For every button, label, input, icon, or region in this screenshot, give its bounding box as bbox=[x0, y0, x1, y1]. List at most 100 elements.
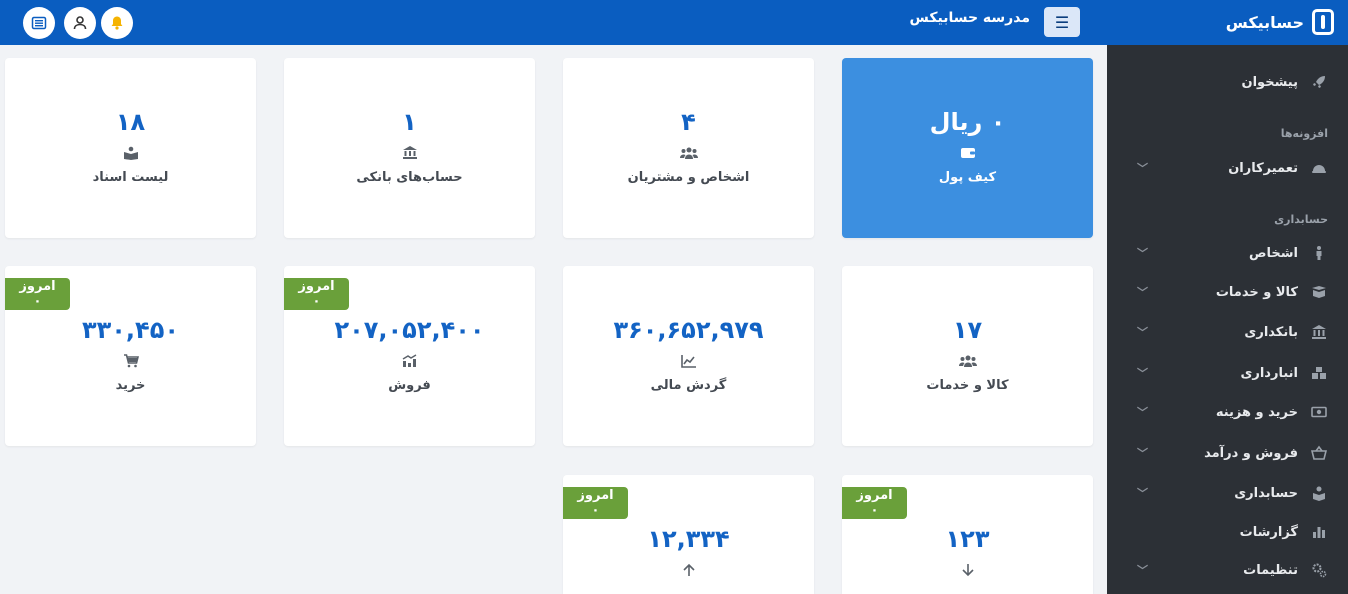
card-label: گردش مالی bbox=[650, 378, 727, 393]
sidebar-label: پیشخوان bbox=[1241, 74, 1299, 90]
documents-card[interactable]: ۱۸ لیست اسناد bbox=[5, 58, 256, 238]
helmet-icon bbox=[1310, 159, 1328, 177]
sidebar-label: اشخاص bbox=[1249, 245, 1298, 261]
goods-services-card[interactable]: ۱۷ کالا و خدمات bbox=[842, 266, 1093, 446]
today-badge: امروز ۰ bbox=[563, 487, 628, 519]
card-value: ۱۸ bbox=[115, 108, 146, 136]
chart-icon bbox=[1310, 523, 1328, 541]
sidebar-label: کالا و خدمات bbox=[1215, 284, 1298, 300]
menu-toggle-button[interactable]: ☰ bbox=[1044, 7, 1080, 37]
turnover-card[interactable]: ۳۶۰,۶۵۲,۹۷۹ گردش مالی bbox=[563, 266, 814, 446]
bank-icon bbox=[284, 146, 535, 160]
line-chart-icon bbox=[563, 354, 814, 368]
cart-icon bbox=[5, 354, 256, 368]
chevron-down-icon: ﹀ bbox=[1137, 487, 1148, 500]
sidebar-item-purchase[interactable]: خرید و هزینه ﹀ bbox=[1107, 394, 1348, 430]
wallet-card[interactable]: ۰ ریال کیف پول bbox=[842, 58, 1093, 238]
sidebar-item-goods[interactable]: کالا و خدمات ﹀ bbox=[1107, 274, 1348, 310]
sidebar-item-accounting[interactable]: حسابداری ﹀ bbox=[1107, 475, 1348, 511]
basket-icon bbox=[1310, 444, 1328, 462]
card-label: خرید bbox=[115, 378, 146, 393]
money-icon bbox=[1310, 403, 1328, 421]
users-icon bbox=[842, 354, 1093, 368]
person-icon bbox=[1310, 244, 1328, 262]
chevron-down-icon: ﹀ bbox=[1137, 367, 1148, 380]
sidebar-label: حسابداری bbox=[1234, 485, 1298, 501]
sidebar-item-banking[interactable]: بانکداری ﹀ bbox=[1107, 314, 1348, 350]
box-icon bbox=[1310, 283, 1328, 301]
sidebar-item-settings[interactable]: تنظیمات ﹀ bbox=[1107, 552, 1348, 588]
hamburger-icon: ☰ bbox=[1054, 12, 1070, 32]
bank-accounts-card[interactable]: ۱ حساب‌های بانکی bbox=[284, 58, 535, 238]
chevron-down-icon: ﹀ bbox=[1137, 564, 1148, 577]
today-badge: امروز ۰ bbox=[842, 487, 907, 519]
card-label: حساب‌های بانکی bbox=[356, 170, 463, 185]
paid-card[interactable]: امروز ۰ ۱۲,۳۳۴ bbox=[563, 475, 814, 594]
chevron-down-icon: ﹀ bbox=[1137, 162, 1148, 175]
card-value: ۱۲,۳۳۴ bbox=[647, 525, 730, 553]
people-card[interactable]: ۴ اشخاص و مشتریان bbox=[563, 58, 814, 238]
users-icon bbox=[563, 146, 814, 160]
sidebar-label: خرید و هزینه bbox=[1215, 404, 1298, 420]
sidebar-item-warehouse[interactable]: انبارداری ﹀ bbox=[1107, 355, 1348, 391]
warehouse-icon bbox=[1310, 364, 1328, 382]
sidebar-label: فروش و درآمد bbox=[1204, 445, 1298, 461]
school-name: مدرسه حسابیکس bbox=[909, 10, 1030, 26]
brand[interactable]: حسابیکس bbox=[1226, 9, 1334, 35]
brand-logo-icon bbox=[1312, 9, 1334, 35]
today-badge: امروز ۰ bbox=[5, 278, 70, 310]
received-card[interactable]: امروز ۰ ۱۲۳ bbox=[842, 475, 1093, 594]
card-label: لیست اسناد bbox=[92, 170, 169, 185]
sidebar-label: تنظیمات bbox=[1243, 562, 1298, 578]
bank-icon bbox=[1310, 323, 1328, 341]
today-badge: امروز ۰ bbox=[284, 278, 349, 310]
sidebar: پیشخوان افزونه‌ها تعمیرکاران ﹀ حسابداری … bbox=[1107, 45, 1348, 594]
card-value: ۳۶۰,۶۵۲,۹۷۹ bbox=[613, 316, 764, 344]
card-value: ۱ bbox=[402, 108, 417, 136]
sidebar-item-dashboard[interactable]: پیشخوان bbox=[1107, 64, 1348, 100]
card-label: اشخاص و مشتریان bbox=[627, 170, 750, 185]
chevron-down-icon: ﹀ bbox=[1137, 286, 1148, 299]
card-value: ۳۳۰,۴۵۰ bbox=[81, 316, 179, 344]
list-icon bbox=[31, 16, 47, 30]
purchase-card[interactable]: امروز ۰ ۳۳۰,۴۵۰ خرید bbox=[5, 266, 256, 446]
bell-icon bbox=[111, 16, 123, 30]
top-bar: حسابیکس مدرسه حسابیکس ☰ bbox=[0, 0, 1348, 45]
card-value: ۰ ریال bbox=[929, 108, 1006, 136]
notifications-button[interactable] bbox=[101, 7, 133, 39]
card-value: ۴ bbox=[681, 108, 696, 136]
chevron-down-icon: ﹀ bbox=[1137, 447, 1148, 460]
sidebar-label: بانکداری bbox=[1244, 324, 1298, 340]
card-label: فروش bbox=[388, 378, 431, 393]
sidebar-label: انبارداری bbox=[1240, 365, 1298, 381]
chevron-down-icon: ﹀ bbox=[1137, 247, 1148, 260]
list-button[interactable] bbox=[23, 7, 55, 39]
accounting-icon bbox=[1310, 484, 1328, 502]
sidebar-item-repairers[interactable]: تعمیرکاران ﹀ bbox=[1107, 150, 1348, 186]
arrow-up-icon bbox=[563, 563, 814, 577]
sidebar-section-accounting: حسابداری bbox=[1274, 213, 1328, 226]
sidebar-item-reports[interactable]: گزارشات bbox=[1107, 514, 1348, 550]
sidebar-label: گزارشات bbox=[1239, 524, 1298, 540]
sidebar-item-sales[interactable]: فروش و درآمد ﹀ bbox=[1107, 435, 1348, 471]
gear-icon bbox=[1310, 561, 1328, 579]
sidebar-label: تعمیرکاران bbox=[1228, 160, 1298, 176]
card-value: ۱۷ bbox=[952, 316, 983, 344]
sales-card[interactable]: امروز ۰ ۲۰۷,۰۵۲,۴۰۰ فروش bbox=[284, 266, 535, 446]
card-label: کالا و خدمات bbox=[926, 378, 1009, 393]
wallet-icon bbox=[842, 146, 1093, 160]
brand-name: حسابیکس bbox=[1225, 12, 1304, 32]
chevron-down-icon: ﹀ bbox=[1137, 406, 1148, 419]
card-value: ۲۰۷,۰۵۲,۴۰۰ bbox=[334, 316, 485, 344]
book-reader-icon bbox=[5, 146, 256, 160]
arrow-down-icon bbox=[842, 563, 1093, 577]
card-value: ۱۲۳ bbox=[945, 525, 990, 553]
sidebar-item-people[interactable]: اشخاص ﹀ bbox=[1107, 235, 1348, 271]
profile-button[interactable] bbox=[64, 7, 96, 39]
sales-chart-icon bbox=[284, 354, 535, 368]
sidebar-section-addons: افزونه‌ها bbox=[1280, 127, 1328, 140]
chevron-down-icon: ﹀ bbox=[1137, 326, 1148, 339]
rocket-icon bbox=[1310, 73, 1328, 91]
user-icon bbox=[73, 16, 87, 30]
card-label: کیف پول bbox=[938, 170, 997, 185]
